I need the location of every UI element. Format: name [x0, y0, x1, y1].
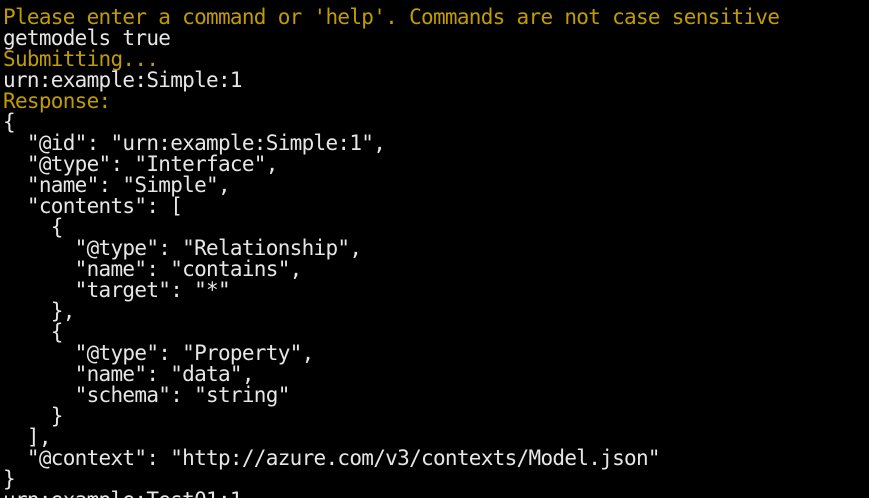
json-line: "name": "data",	[3, 362, 255, 386]
json-line: "target": "*"	[3, 278, 231, 302]
json-line: "@type": "Relationship",	[3, 236, 362, 260]
console-window[interactable]: Please enter a command or 'help'. Comman…	[0, 0, 869, 498]
console-line-response-label: Response:	[3, 89, 111, 113]
json-line: },	[3, 299, 76, 323]
console-line-prompt: Please enter a command or 'help'. Comman…	[3, 5, 780, 29]
json-line: {	[3, 215, 64, 239]
json-line: "name": "Simple",	[3, 173, 231, 197]
json-line: ],	[3, 425, 52, 449]
json-line: "contents": [	[3, 194, 183, 218]
json-line: "@id": "urn:example:Simple:1",	[3, 131, 386, 155]
console-line-next-model-id: urn:example:Test01:1	[0, 490, 869, 498]
json-line: "schema": "string"	[3, 383, 291, 407]
json-line: {	[3, 320, 64, 344]
json-line: "@type": "Property",	[3, 341, 315, 365]
json-line: }	[3, 467, 16, 491]
console-line-submitting: Submitting...	[3, 47, 159, 71]
json-line: {	[3, 110, 16, 134]
json-line: "@type": "Interface",	[3, 152, 279, 176]
console-line-model-id: urn:example:Simple:1	[3, 68, 243, 92]
json-line: }	[3, 404, 64, 428]
json-line: "@context": "http://azure.com/v3/context…	[3, 446, 661, 470]
json-line: "name": "contains",	[3, 257, 303, 281]
console-line-command: getmodels true	[3, 26, 171, 50]
